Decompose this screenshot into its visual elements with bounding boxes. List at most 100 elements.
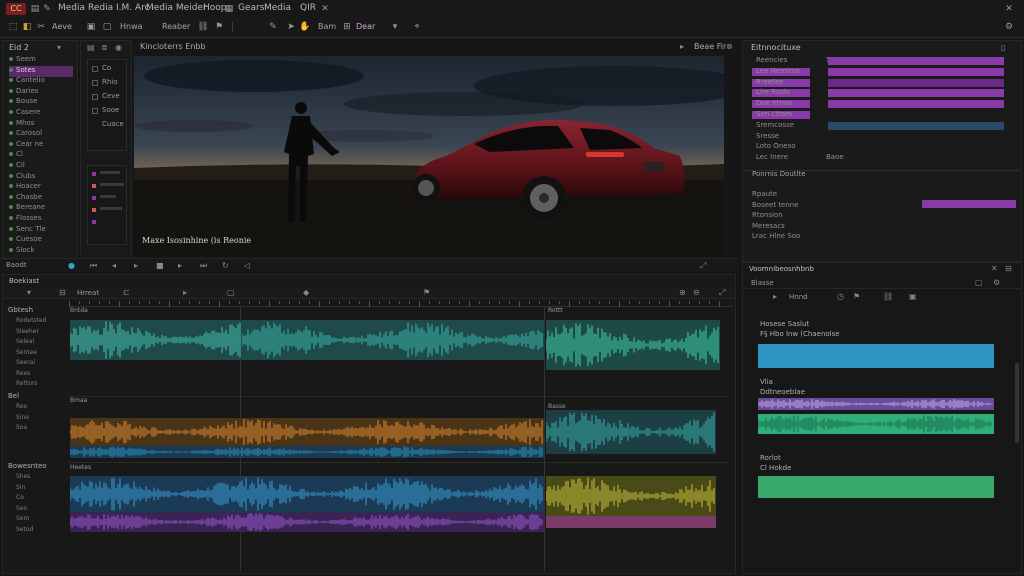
media-pool-item[interactable]: Clubs — [9, 172, 73, 183]
inspector-row[interactable]: Rreetee — [752, 78, 1014, 88]
source-marker-icon[interactable]: ◷ — [837, 292, 844, 302]
timeline-marker-icon[interactable]: ▸ — [183, 288, 187, 298]
grid-icon[interactable]: ▦ — [222, 3, 236, 15]
go-start-icon[interactable]: ⏮ — [90, 261, 97, 271]
bin-icon[interactable]: ▣ — [84, 21, 98, 33]
app-logo-icon[interactable]: CC — [6, 3, 26, 15]
inspector-row[interactable]: Sen cttom — [752, 110, 1014, 120]
media-pool-item[interactable]: Casere — [9, 108, 73, 119]
select-tool-icon[interactable]: ⬚ — [6, 21, 20, 33]
toolbar-dear[interactable]: Dear — [356, 22, 375, 31]
inspector-pin-icon[interactable]: ▯ — [1001, 43, 1005, 53]
source-lock-icon[interactable]: ▢ — [975, 278, 983, 288]
media-pool-item[interactable]: Sotes — [9, 65, 73, 77]
menu-gears[interactable]: Gears — [238, 3, 264, 13]
toolbar-reaber[interactable]: Reaber — [162, 22, 190, 31]
trim-tool-icon[interactable]: ◧ — [20, 21, 34, 33]
track-group-label[interactable]: Bel — [8, 392, 19, 400]
inspector-value-bar[interactable] — [828, 89, 1004, 98]
effect-item[interactable]: Meresacs — [752, 222, 785, 230]
inspector-row[interactable]: Sremcosse — [752, 121, 1014, 131]
inspector-row[interactable]: Lee Hemitse — [752, 67, 1014, 77]
source-clip-green[interactable] — [758, 414, 994, 434]
hand-icon[interactable]: ✋ — [298, 21, 312, 33]
inspector-row[interactable]: Lire Rsole — [752, 88, 1014, 98]
media-pool-item[interactable]: Daries — [9, 87, 73, 98]
step-back-icon[interactable]: ◂ — [112, 261, 116, 271]
link-icon[interactable]: ⛓ — [196, 21, 210, 33]
ripple-icon[interactable]: ⌖ — [410, 21, 424, 33]
audio-clip-orange[interactable] — [70, 418, 544, 446]
source-clip-purple[interactable] — [758, 398, 994, 410]
audio-clip-purple[interactable] — [70, 512, 544, 532]
viewer-close-icon[interactable]: ⊗ — [726, 42, 733, 52]
timeline-lock-icon[interactable]: ▢ — [227, 288, 235, 298]
fullscreen-icon[interactable]: ⤢ — [700, 261, 706, 271]
media-pool-item[interactable]: Hoacer — [9, 182, 73, 193]
inspector-row[interactable]: Sresse — [752, 132, 1014, 142]
dropdown-icon[interactable]: ▾ — [57, 43, 61, 53]
media-pool-item[interactable]: Chasbe — [9, 193, 73, 204]
toolbar-hnwa[interactable]: Hnwa — [120, 22, 143, 31]
source-close-icon[interactable]: ✕ — [991, 264, 998, 274]
inspector-value-bar[interactable] — [828, 100, 1004, 109]
camera-icon[interactable]: ◉ — [115, 43, 122, 53]
viewer-options-icon[interactable]: ▸ — [680, 42, 684, 52]
blade-tool-icon[interactable]: ✂ — [34, 21, 48, 33]
source-menu-icon[interactable]: ⊟ — [1005, 264, 1012, 274]
inspector-value-bar[interactable] — [828, 78, 1004, 87]
menu-media-2[interactable]: Media — [264, 3, 291, 13]
menu-media-meider[interactable]: Media Meider — [146, 3, 207, 13]
flag-icon[interactable]: ⚑ — [212, 21, 226, 33]
media-pool-item[interactable]: Cil — [9, 161, 73, 172]
lock-icon[interactable]: ▢ — [100, 21, 114, 33]
pen-icon[interactable]: ✎ — [266, 21, 280, 33]
video-clip-2[interactable] — [242, 320, 544, 360]
cursor-icon[interactable]: ➤ — [284, 21, 298, 33]
sub-item[interactable]: Sooe — [102, 106, 119, 114]
close-menu-icon[interactable]: ✕ — [318, 3, 332, 15]
track-group-label[interactable]: Bowesnteo — [8, 462, 47, 470]
media-pool-item[interactable]: Cuesoe — [9, 235, 73, 246]
video-clip-1[interactable] — [70, 320, 242, 360]
source-clip-blue[interactable] — [758, 344, 994, 368]
sub-item[interactable]: Co — [102, 64, 111, 72]
menu-redia[interactable]: Redia I.M. Arc — [88, 3, 150, 13]
media-pool-item[interactable]: Cl — [9, 150, 73, 161]
track-group-label[interactable]: Gbtesh — [8, 306, 33, 314]
media-pool-item[interactable]: Senc Tle — [9, 225, 73, 236]
effect-item[interactable]: Rtonsion — [752, 211, 783, 219]
play-icon[interactable]: ▸ — [134, 261, 138, 271]
media-pool-item[interactable]: Flosses — [9, 214, 73, 225]
audio-clip-olive[interactable] — [546, 476, 716, 516]
timeline-razor-icon[interactable]: ◆ — [303, 288, 309, 298]
effect-item[interactable]: Lrac Hlne Soo — [752, 232, 800, 240]
source-settings-icon[interactable]: ⚙ — [993, 278, 1000, 288]
timeline-link-icon[interactable]: ⊏ — [123, 288, 130, 298]
go-end-icon[interactable]: ⏭ — [200, 261, 207, 271]
edit-icon[interactable]: ✎ — [40, 3, 54, 15]
playhead-icon[interactable]: ● — [68, 261, 75, 271]
list-view-icon[interactable]: ≣ — [101, 43, 108, 53]
effect-item[interactable]: Rpaute — [752, 190, 777, 198]
inspector-row[interactable]: Reencies5 — [752, 56, 1014, 66]
media-pool-item[interactable]: Cear ne — [9, 140, 73, 151]
media-pool-item[interactable]: Seem — [9, 55, 73, 66]
folder-icon[interactable]: ▤ — [87, 43, 95, 53]
audio-clip-blue-1[interactable] — [70, 446, 544, 458]
timeline-zoom-out-icon[interactable]: ⊖ — [693, 288, 700, 298]
menu-media[interactable]: Media — [58, 3, 85, 13]
inspector-row[interactable]: Doe ntnos — [752, 99, 1014, 109]
source-play-icon[interactable]: ▸ — [773, 292, 777, 302]
timeline-zoom-in-icon[interactable]: ⊕ — [679, 288, 686, 298]
sub-item[interactable]: Ceve — [102, 92, 120, 100]
source-flag-icon[interactable]: ⚑ — [853, 292, 860, 302]
media-pool-item[interactable]: Slock — [9, 246, 73, 257]
source-clip-green-2[interactable] — [758, 476, 994, 498]
menu-qir[interactable]: QIR — [300, 3, 316, 13]
media-pool-item[interactable]: Carosol — [9, 129, 73, 140]
source-trim-icon[interactable]: ▣ — [909, 292, 917, 302]
video-viewer[interactable]: Maxe Isosinhine (is Reonie — [134, 56, 724, 256]
media-pool-item[interactable]: Mhos — [9, 119, 73, 130]
inspector-value-bar[interactable] — [828, 121, 1004, 130]
